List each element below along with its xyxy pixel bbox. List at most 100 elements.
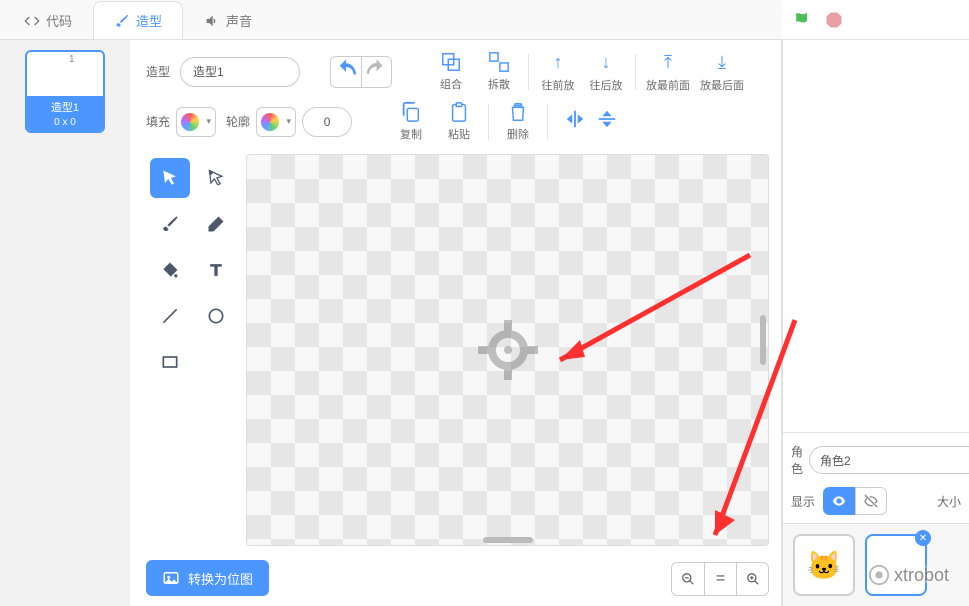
divider	[547, 104, 548, 140]
delete-button[interactable]: 删除	[499, 101, 537, 142]
fill-color-picker[interactable]: ▾	[176, 107, 216, 137]
reshape-tool[interactable]	[196, 158, 236, 198]
back-icon: ⤓	[718, 50, 726, 74]
green-flag-icon[interactable]	[792, 10, 812, 30]
sprite-name-input[interactable]	[809, 446, 969, 474]
copy-button[interactable]: 复制	[392, 101, 430, 142]
trash-icon	[507, 101, 529, 123]
flip-vertical-button[interactable]	[596, 108, 618, 135]
chevron-down-icon: ▾	[206, 116, 211, 127]
canvas-scroll-v[interactable]	[760, 315, 766, 365]
costume-list-item[interactable]: 1 造型1 0 x 0	[25, 50, 105, 133]
zoom-controls: =	[671, 562, 769, 596]
text-icon	[206, 260, 226, 280]
stage-controls	[782, 0, 969, 40]
zoom-in-button[interactable]	[736, 563, 768, 595]
forward-label: 往前放	[542, 77, 575, 93]
rect-tool[interactable]	[150, 342, 190, 382]
hide-sprite-button[interactable]	[855, 487, 887, 515]
cat-icon: 🐱	[807, 549, 842, 582]
forward-button[interactable]: ↑ 往前放	[539, 50, 577, 93]
sprite-card-selected[interactable]: ✕	[865, 534, 927, 596]
show-sprite-button[interactable]	[823, 487, 855, 515]
outline-color-picker[interactable]: ▾	[256, 107, 296, 137]
tab-costume-label: 造型	[136, 11, 162, 30]
circle-icon	[206, 306, 226, 326]
sprite-info: 角色 显示 大小	[783, 432, 969, 523]
canvas-scroll-h[interactable]	[483, 537, 533, 543]
front-button[interactable]: ⤒ 放最前面	[646, 50, 690, 93]
backward-icon: ↓	[602, 50, 611, 74]
line-tool[interactable]	[150, 296, 190, 336]
select-tool[interactable]	[150, 158, 190, 198]
line-icon	[160, 306, 180, 326]
costume-field-label: 造型	[146, 63, 170, 80]
copy-icon	[400, 101, 422, 123]
eraser-icon	[206, 214, 226, 234]
group-label: 组合	[440, 76, 462, 92]
outline-width-input[interactable]	[302, 107, 352, 137]
tab-costume[interactable]: 造型	[93, 1, 183, 39]
group-button[interactable]: 组合	[432, 51, 470, 92]
paste-label: 粘贴	[448, 126, 470, 142]
costume-name-label: 造型1	[27, 96, 103, 117]
flip-vertical-icon	[596, 108, 618, 130]
brush-tool[interactable]	[150, 204, 190, 244]
front-label: 放最前面	[646, 77, 690, 93]
close-icon[interactable]: ✕	[915, 530, 931, 546]
stop-icon[interactable]	[824, 10, 844, 30]
zoom-reset-button[interactable]: =	[704, 563, 736, 595]
undo-button[interactable]	[331, 57, 361, 87]
back-label: 放最后面	[700, 77, 744, 93]
divider	[528, 54, 529, 90]
zoom-out-button[interactable]	[672, 563, 704, 595]
fill-tool[interactable]	[150, 250, 190, 290]
circle-tool[interactable]	[196, 296, 236, 336]
ungroup-button[interactable]: 拆散	[480, 51, 518, 92]
delete-label: 删除	[507, 126, 529, 142]
tab-code[interactable]: 代码	[3, 1, 93, 39]
canvas-center-marker	[476, 318, 540, 382]
costume-dim-label: 0 x 0	[27, 117, 103, 131]
flip-horizontal-button[interactable]	[564, 108, 586, 135]
costume-name-input[interactable]	[180, 57, 300, 87]
eraser-tool[interactable]	[196, 204, 236, 244]
convert-bitmap-label: 转换为位图	[188, 569, 253, 588]
image-icon	[162, 569, 180, 587]
stage-preview[interactable]	[783, 40, 969, 432]
outline-label: 轮廓	[226, 113, 250, 130]
redo-button[interactable]	[361, 57, 391, 87]
convert-bitmap-button[interactable]: 转换为位图	[146, 560, 269, 596]
redo-icon	[362, 57, 391, 86]
chevron-down-icon: ▾	[287, 116, 292, 127]
backward-button[interactable]: ↓ 往后放	[587, 50, 625, 93]
zoom-out-icon	[681, 572, 695, 586]
editor-tabs: 代码 造型 声音	[0, 0, 782, 40]
group-icon	[440, 51, 462, 73]
backward-label: 往后放	[590, 77, 623, 93]
sprite-card-cat[interactable]: 🐱	[793, 534, 855, 596]
stage-panel: 角色 显示 大小 🐱 ✕	[782, 40, 969, 606]
back-button[interactable]: ⤓ 放最后面	[700, 50, 744, 93]
eye-closed-icon	[863, 493, 879, 509]
ungroup-icon	[488, 51, 510, 73]
paste-button[interactable]: 粘贴	[440, 101, 478, 142]
tab-code-label: 代码	[46, 11, 72, 30]
paint-editor: 造型 组合 拆散 ↑ 往前放 ↓ 往后放	[130, 40, 782, 606]
outline-swatch-icon	[261, 113, 279, 131]
visible-label: 显示	[791, 493, 815, 510]
zoom-reset-icon: =	[716, 570, 725, 588]
text-tool[interactable]	[196, 250, 236, 290]
paint-canvas[interactable]	[246, 154, 769, 546]
copy-label: 复制	[400, 126, 422, 142]
costume-thumb	[27, 52, 103, 96]
paint-tool-palette	[146, 154, 246, 546]
fill-swatch-icon	[181, 113, 199, 131]
brush-icon	[114, 13, 130, 29]
forward-icon: ↑	[554, 50, 563, 74]
tab-sound[interactable]: 声音	[183, 1, 273, 39]
pointer-icon	[160, 168, 180, 188]
ungroup-label: 拆散	[488, 76, 510, 92]
undo-icon	[331, 57, 361, 87]
eye-open-icon	[831, 493, 847, 509]
